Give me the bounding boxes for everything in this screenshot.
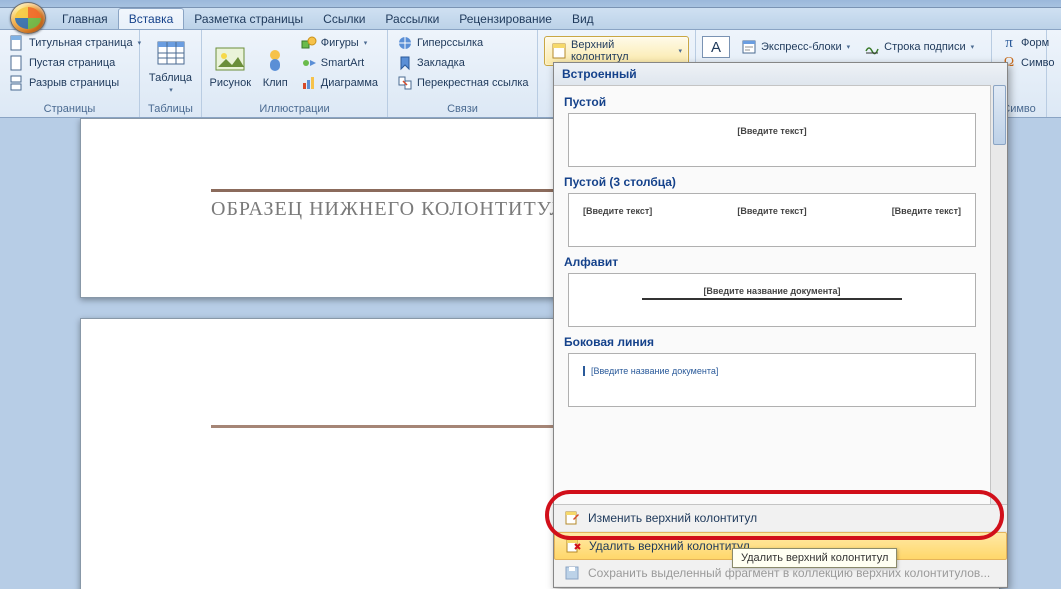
shapes-label: Фигуры — [321, 37, 359, 49]
gallery-item-4[interactable]: [Введите название документа] — [568, 353, 976, 407]
tab-insert[interactable]: Вставка — [118, 8, 185, 29]
hyperlink-button[interactable]: Гиперссылка — [394, 34, 532, 52]
page-icon — [9, 35, 25, 51]
edit-icon — [564, 510, 580, 526]
picture-button[interactable]: Рисунок — [208, 34, 253, 98]
group-pages-label: Страницы — [6, 101, 133, 115]
gallery-builtin-header: Встроенный — [554, 63, 1007, 86]
hyperlink-icon — [397, 35, 413, 51]
chart-label: Диаграмма — [321, 77, 378, 89]
office-button[interactable] — [10, 2, 46, 34]
pi-icon: π — [1001, 35, 1017, 51]
table-button[interactable]: Таблица▾ — [146, 34, 195, 98]
remove-header-label: Удалить верхний колонтитул — [589, 539, 750, 553]
textbox-button[interactable]: A — [702, 36, 730, 58]
header-label: Верхний колонтитул — [571, 39, 673, 63]
hyperlink-label: Гиперссылка — [417, 37, 483, 49]
placeholder-doc: [Введите название документа] — [642, 286, 902, 300]
picture-label: Рисунок — [210, 77, 252, 89]
formula-button[interactable]: π Форм — [998, 34, 1058, 52]
tab-mailings[interactable]: Рассылки — [375, 9, 449, 29]
tab-view[interactable]: Вид — [562, 9, 604, 29]
page-break-label: Разрыв страницы — [29, 77, 119, 89]
smartart-icon — [301, 55, 317, 71]
placeholder-text: [Введите текст] — [583, 126, 961, 136]
header-icon — [551, 43, 567, 59]
page-break-icon — [9, 75, 25, 91]
crossref-button[interactable]: Перекрестная ссылка — [394, 74, 532, 92]
symbol-label: Симво — [1021, 57, 1055, 69]
table-label: Таблица — [149, 72, 192, 84]
bookmark-button[interactable]: Закладка — [394, 54, 532, 72]
group-tables-label: Таблицы — [146, 101, 195, 115]
gallery-item-title-3: Алфавит — [564, 255, 982, 269]
gallery-item-title-2: Пустой (3 столбца) — [564, 175, 982, 189]
edit-header-item[interactable]: Изменить верхний колонтитул — [554, 505, 1007, 532]
clip-icon — [259, 43, 291, 75]
smartart-button[interactable]: SmartArt — [298, 54, 381, 72]
save-selection-label: Сохранить выделенный фрагмент в коллекци… — [588, 566, 990, 580]
chart-icon — [301, 75, 317, 91]
picture-icon — [214, 43, 246, 75]
save-icon — [564, 565, 580, 581]
blank-page-label: Пустая страница — [29, 57, 115, 69]
cover-page-label: Титульная страница — [29, 37, 133, 49]
gallery-scrollbar[interactable] — [990, 85, 1007, 509]
textbox-A: A — [711, 39, 721, 56]
bookmark-label: Закладка — [417, 57, 465, 69]
bookmark-icon — [397, 55, 413, 71]
remove-icon — [565, 538, 581, 554]
formula-label: Форм — [1021, 37, 1049, 49]
tab-references[interactable]: Ссылки — [313, 9, 375, 29]
table-icon — [155, 38, 187, 70]
crossref-icon — [397, 75, 413, 91]
clip-label: Клип — [263, 77, 288, 89]
gallery-item-3[interactable]: [Введите название документа] — [568, 273, 976, 327]
quickparts-button[interactable]: Экспресс-блоки▾ — [738, 38, 853, 56]
tab-home[interactable]: Главная — [52, 9, 118, 29]
gallery-item-title-1: Пустой — [564, 95, 982, 109]
clip-button[interactable]: Клип — [257, 34, 294, 98]
gallery-item-1[interactable]: [Введите текст] — [568, 113, 976, 167]
sigline-label: Строка подписи — [884, 41, 965, 53]
gallery-item-title-4: Боковая линия — [564, 335, 982, 349]
page-blank-icon — [9, 55, 25, 71]
page-break-button[interactable]: Разрыв страницы — [6, 74, 144, 92]
shapes-button[interactable]: Фигуры▾ — [298, 34, 381, 52]
placeholder-doc: [Введите название документа] — [583, 366, 718, 376]
ribbon-tabs: Главная Вставка Разметка страницы Ссылки… — [0, 8, 1061, 30]
signature-icon — [864, 39, 880, 55]
chart-button[interactable]: Диаграмма — [298, 74, 381, 92]
tab-layout[interactable]: Разметка страницы — [184, 9, 313, 29]
tab-review[interactable]: Рецензирование — [449, 9, 562, 29]
cover-page-button[interactable]: Титульная страница▾ — [6, 34, 144, 52]
quickparts-label: Экспресс-блоки — [761, 41, 842, 53]
group-illustrations-label: Иллюстрации — [208, 101, 381, 115]
tooltip: Удалить верхний колонтитул — [732, 548, 897, 568]
shapes-icon — [301, 35, 317, 51]
edit-header-label: Изменить верхний колонтитул — [588, 511, 757, 525]
group-links-label: Связи — [394, 101, 531, 115]
placeholder-text: [Введите текст] — [737, 206, 806, 216]
gallery-item-2[interactable]: [Введите текст] [Введите текст] [Введите… — [568, 193, 976, 247]
crossref-label: Перекрестная ссылка — [417, 77, 529, 89]
header-gallery-dropdown: Встроенный Пустой [Введите текст] Пустой… — [553, 62, 1008, 588]
sigline-button[interactable]: Строка подписи▾ — [861, 38, 977, 56]
placeholder-text: [Введите текст] — [892, 206, 961, 216]
smartart-label: SmartArt — [321, 57, 364, 69]
quickparts-icon — [741, 39, 757, 55]
placeholder-text: [Введите текст] — [583, 206, 652, 216]
blank-page-button[interactable]: Пустая страница — [6, 54, 144, 72]
